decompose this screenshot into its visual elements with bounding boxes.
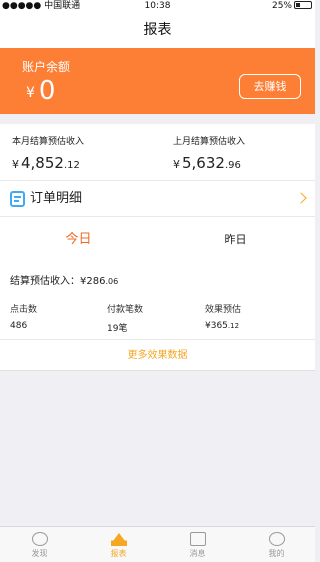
balance-title: 账户余额 (22, 60, 71, 74)
order-list-icon (10, 191, 25, 207)
balance-currency: ¥ (26, 85, 35, 101)
stat-value-int: ¥365 (205, 321, 228, 331)
tabbar-profile[interactable]: 我的 (237, 527, 316, 559)
value-int: 4,852 (21, 154, 64, 172)
tab-yesterday[interactable]: 昨日 (157, 217, 314, 262)
tabbar-label: 发现 (31, 549, 48, 558)
stat-value: 19笔 (107, 321, 143, 334)
stat-value-int: 19笔 (107, 324, 128, 334)
stats-row: 点击数 486 付款笔数 19笔 效果预估 ¥365.12 (0, 302, 315, 340)
settlement-line: 结算预估收入：¥286.06 (10, 272, 118, 287)
bottom-tab-bar: 发现 报表 消息 我的 (0, 526, 315, 562)
report-icon (110, 532, 127, 546)
settlement-int: 286 (86, 276, 106, 287)
nav-bar: 报表 (0, 12, 315, 48)
date-tabs: 今日 昨日 (0, 217, 315, 262)
tabbar-discover[interactable]: 发现 (0, 527, 79, 559)
currency-symbol: ¥ (173, 158, 180, 171)
stat-label: 付款笔数 (107, 305, 144, 315)
message-icon (189, 532, 206, 546)
tab-today[interactable]: 今日 (0, 217, 157, 262)
discover-icon (31, 532, 48, 546)
value-dec: .96 (224, 160, 241, 171)
battery-indicator: 25% (272, 0, 312, 12)
value-dec: .12 (63, 160, 80, 171)
settlement-label: 结算预估收入： (10, 276, 80, 287)
balance-value: 0 (38, 76, 56, 106)
earn-money-button[interactable]: 去赚钱 (239, 74, 301, 99)
income-summary: 本月结算预估收入 ¥4,852.12 上月结算预估收入 ¥5,632.96 (0, 124, 315, 181)
balance-card: 账户余额 ¥0 去赚钱 (0, 48, 315, 114)
more-data-link[interactable]: 更多效果数据 (0, 340, 315, 371)
stat-value-dec: .12 (227, 322, 240, 330)
this-month-label: 本月结算预估收入 (12, 137, 85, 147)
chevron-right-icon (295, 192, 307, 204)
value-int: 5,632 (182, 154, 225, 172)
status-time: 10:38 (144, 1, 171, 11)
stat-value: ¥365.12 (205, 321, 241, 331)
tabbar-label: 消息 (189, 549, 206, 558)
settlement-summary: 结算预估收入：¥286.06 (0, 262, 315, 302)
settlement-dec: .06 (105, 277, 119, 286)
last-month-income: 上月结算预估收入 ¥5,632.96 (173, 134, 245, 172)
order-detail-label: 订单明细 (30, 191, 83, 206)
battery-icon (294, 1, 312, 9)
balance-amount: ¥0 (26, 76, 55, 108)
stat-value-int: 486 (10, 321, 28, 331)
last-month-value: ¥5,632.96 (173, 154, 245, 172)
profile-icon (268, 532, 285, 546)
page-title: 报表 (143, 22, 172, 38)
stat-clicks: 点击数 486 (10, 302, 37, 331)
stat-estimate: 效果预估 ¥365.12 (205, 302, 241, 331)
stat-label: 点击数 (10, 305, 38, 315)
status-bar: ●●●●● 中国联通 10:38 25% (0, 0, 315, 12)
stat-value: 486 (10, 321, 37, 331)
stat-label: 效果预估 (205, 305, 242, 315)
tabbar-label: 报表 (110, 549, 127, 558)
this-month-value: ¥4,852.12 (12, 154, 84, 172)
battery-percent: 25% (271, 1, 292, 11)
last-month-label: 上月结算预估收入 (173, 137, 246, 147)
tabbar-label: 我的 (268, 549, 285, 558)
this-month-income: 本月结算预估收入 ¥4,852.12 (12, 134, 84, 172)
stat-payments: 付款笔数 19笔 (107, 302, 143, 334)
order-detail-row[interactable]: 订单明细 (0, 181, 315, 217)
tabbar-message[interactable]: 消息 (158, 527, 237, 559)
tabbar-report[interactable]: 报表 (79, 527, 158, 559)
currency-symbol: ¥ (12, 158, 19, 171)
